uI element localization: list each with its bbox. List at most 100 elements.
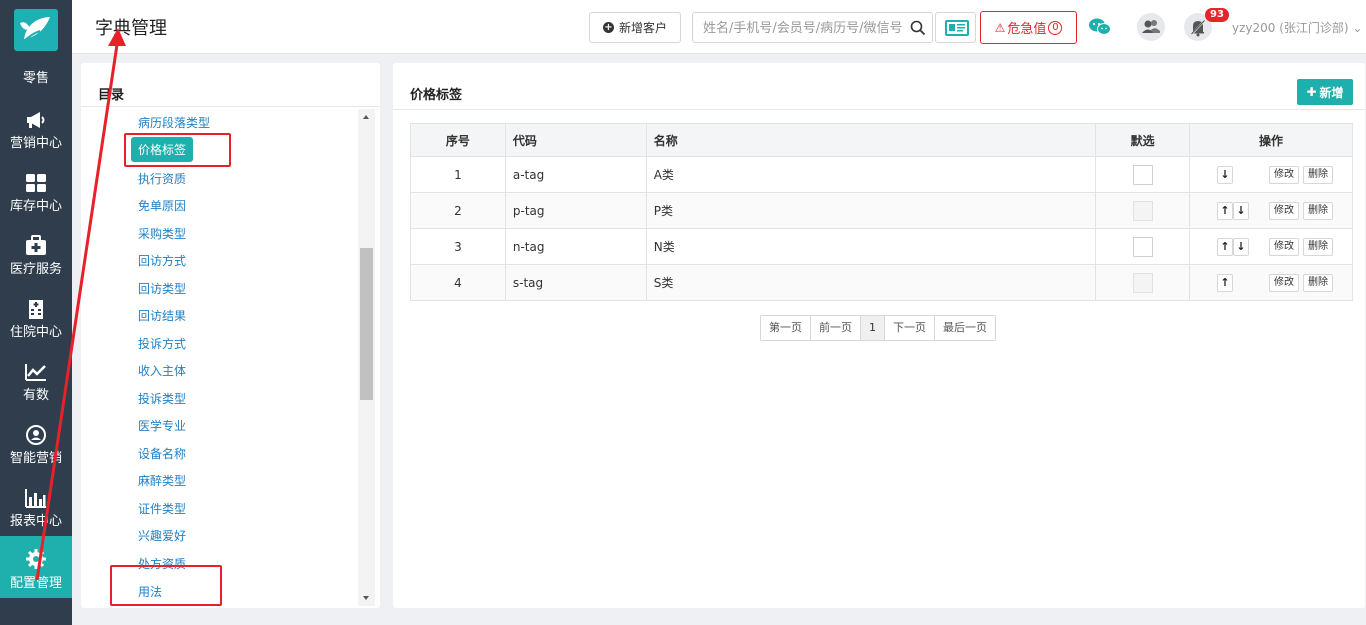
tree-item[interactable]: 采购类型 — [138, 225, 186, 242]
row-code: n-tag — [504, 228, 647, 265]
current-page[interactable]: 1 — [861, 316, 885, 340]
tree-item[interactable]: 回访类型 — [138, 280, 186, 297]
delete-button[interactable]: 删除 — [1303, 201, 1334, 220]
user-name: yzy200 (张江门诊部) — [1232, 21, 1349, 35]
scroll-up-arrow-icon[interactable] — [363, 115, 369, 119]
nav-marketing-center[interactable]: 营销中心 — [0, 101, 72, 163]
default-checkbox[interactable] — [1132, 164, 1153, 185]
next-page-button[interactable]: 下一页 — [885, 316, 935, 340]
nav-label: 报表中心 — [9, 514, 62, 529]
default-checkbox[interactable] — [1132, 200, 1153, 221]
tree-item[interactable]: 证件类型 — [138, 500, 186, 517]
row-code: a-tag — [504, 156, 647, 193]
grid-icon — [24, 171, 48, 195]
tree-item[interactable]: 收入主体 — [138, 362, 186, 379]
gear-icon — [24, 547, 48, 571]
nav-medical-service[interactable]: 医疗服务 — [0, 227, 72, 289]
row-index: 3 — [410, 228, 506, 265]
tree-item[interactable]: 执行资质 — [138, 170, 186, 187]
trend-chart-icon — [24, 360, 48, 384]
critical-value-button[interactable]: ⚠ 危急值 0 — [980, 11, 1077, 44]
search-input[interactable] — [703, 19, 903, 37]
users-icon[interactable] — [1137, 13, 1165, 41]
price-tag-panel: 价格标签 ✚ 新增 序号 代码 名称 默选 操作 1 a-tag A类 ↓ 修改… — [393, 63, 1365, 608]
delete-button[interactable]: 删除 — [1303, 273, 1334, 292]
default-checkbox[interactable] — [1132, 236, 1153, 257]
add-customer-button[interactable]: + 新增客户 — [589, 12, 681, 43]
chevron-down-icon: ⌄ — [1352, 21, 1363, 35]
scroll-thumb[interactable] — [360, 248, 373, 400]
default-checkbox[interactable] — [1132, 272, 1153, 293]
plus-circle-icon: + — [602, 22, 614, 33]
edit-button[interactable]: 修改 — [1269, 237, 1300, 256]
app-logo[interactable] — [14, 9, 58, 51]
pagination: 第一页 前一页 1 下一页 最后一页 — [760, 315, 996, 341]
tree-item[interactable]: 免单原因 — [138, 197, 186, 214]
nav-label: 库存中心 — [9, 199, 62, 214]
tree-item[interactable]: 病历段落类型 — [138, 114, 210, 131]
directory-scrollbar[interactable] — [358, 109, 375, 606]
bar-chart-icon — [24, 486, 48, 510]
nav-inventory-center[interactable]: 库存中心 — [0, 164, 72, 226]
edit-button[interactable]: 修改 — [1269, 165, 1300, 184]
tree-item[interactable]: 投诉方式 — [138, 335, 186, 352]
notification-count-badge: 93 — [1205, 8, 1229, 22]
move-down-button[interactable]: ↓ — [1217, 165, 1234, 184]
column-header: 操作 — [1189, 123, 1353, 157]
table-row: 2 p-tag P类 ↑ ↓ 修改 删除 — [410, 192, 1353, 229]
first-page-button[interactable]: 第一页 — [761, 316, 811, 340]
row-name: A类 — [645, 156, 1097, 193]
tree-item[interactable]: 回访方式 — [138, 252, 186, 269]
move-up-button[interactable]: ↑ — [1217, 237, 1234, 256]
delete-button[interactable]: 删除 — [1303, 237, 1334, 256]
prev-page-button[interactable]: 前一页 — [811, 316, 861, 340]
tree-item[interactable]: 设备名称 — [138, 445, 186, 462]
move-up-button[interactable]: ↑ — [1217, 201, 1234, 220]
price-tag-table: 序号 代码 名称 默选 操作 1 a-tag A类 ↓ 修改 删除 2 p-ta… — [410, 123, 1353, 301]
move-down-button[interactable]: ↓ — [1233, 201, 1250, 220]
nav-inpatient-center[interactable]: 住院中心 — [0, 290, 72, 352]
plus-icon: ✚ — [1306, 85, 1317, 99]
page-title: 字典管理 — [95, 18, 167, 39]
panel-title: 价格标签 — [410, 88, 463, 103]
edit-button[interactable]: 修改 — [1269, 273, 1300, 292]
nav-label: 零售 — [22, 71, 49, 86]
medical-kit-icon — [24, 234, 48, 258]
edit-button[interactable]: 修改 — [1269, 201, 1300, 220]
warning-icon: ⚠ — [994, 20, 1006, 35]
search-icon[interactable] — [910, 20, 926, 36]
new-button[interactable]: ✚ 新增 — [1297, 79, 1353, 105]
wechat-icon[interactable] — [1088, 16, 1112, 38]
nav-report-center[interactable]: 报表中心 — [0, 479, 72, 541]
row-index: 2 — [410, 192, 506, 229]
tree-item[interactable]: 医学专业 — [138, 417, 186, 434]
tree-item[interactable]: 麻醉类型 — [138, 472, 186, 489]
new-button-label: 新增 — [1319, 85, 1344, 100]
critical-label: 危急值 — [1007, 22, 1047, 37]
move-down-button[interactable]: ↓ — [1233, 237, 1250, 256]
nav-config-management[interactable]: 配置管理 — [0, 536, 72, 598]
hospital-building-icon — [24, 297, 48, 321]
table-row: 4 s-tag S类 ↑ 修改 删除 — [410, 264, 1353, 301]
tree-item[interactable]: 兴趣爱好 — [138, 527, 186, 544]
row-index: 4 — [410, 264, 506, 301]
nav-label: 医疗服务 — [9, 262, 62, 277]
nav-label: 营销中心 — [9, 136, 62, 151]
user-menu[interactable]: yzy200 (张江门诊部) ⌄ — [1232, 19, 1362, 36]
delete-button[interactable]: 删除 — [1303, 165, 1334, 184]
id-card-reader-button[interactable] — [935, 12, 976, 43]
annotation-box-price-tag — [124, 133, 231, 167]
nav-smart-marketing[interactable]: 智能营销 — [0, 416, 72, 478]
last-page-button[interactable]: 最后一页 — [935, 316, 995, 340]
id-card-icon — [945, 20, 969, 36]
tree-item[interactable]: 投诉类型 — [138, 390, 186, 407]
tree-item[interactable]: 回访结果 — [138, 307, 186, 324]
table-header-row: 序号 代码 名称 默选 操作 — [410, 123, 1353, 157]
column-header: 序号 — [410, 123, 506, 157]
nav-data-insights[interactable]: 有数 — [0, 353, 72, 415]
directory-list: 病历段落类型 价格标签 执行资质 免单原因 采购类型 回访方式 回访类型 回访结… — [81, 107, 357, 604]
scroll-down-arrow-icon[interactable] — [363, 596, 369, 600]
table-row: 1 a-tag A类 ↓ 修改 删除 — [410, 156, 1353, 193]
row-index: 1 — [410, 156, 506, 193]
move-up-button[interactable]: ↑ — [1217, 273, 1234, 292]
